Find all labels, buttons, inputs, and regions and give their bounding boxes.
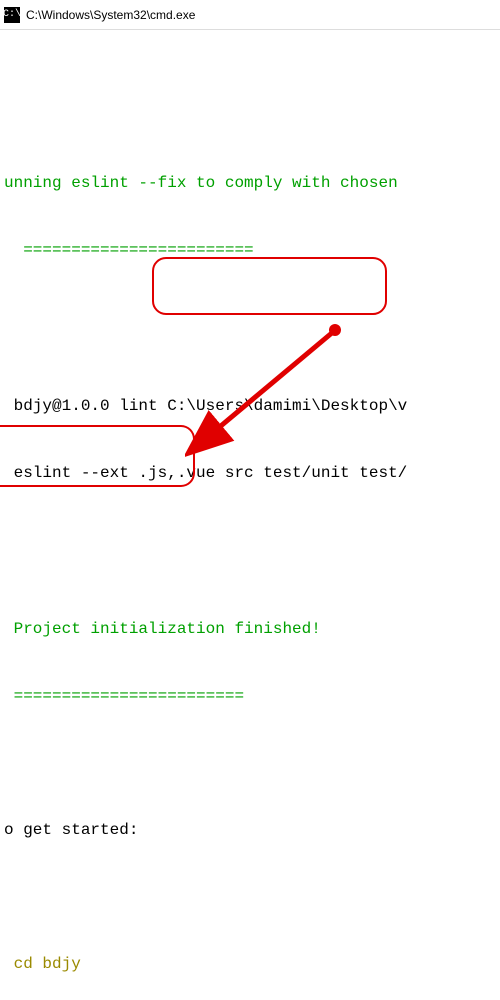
output-command: cd bdjy <box>0 953 500 975</box>
output-divider: ======================== <box>0 685 500 707</box>
output-line-success: Project initialization finished! <box>0 618 500 640</box>
output-divider: ======================== <box>0 239 500 261</box>
output-line: eslint --ext .js,.vue src test/unit test… <box>0 462 500 484</box>
terminal-output: unning eslint --fix to comply with chose… <box>0 30 500 1000</box>
output-line: unning eslint --fix to comply with chose… <box>0 172 500 194</box>
window-title: C:\Windows\System32\cmd.exe <box>26 8 195 22</box>
cmd-icon: C:\ <box>4 7 20 23</box>
output-line: o get started: <box>0 819 500 841</box>
window-titlebar: C:\ C:\Windows\System32\cmd.exe <box>0 0 500 30</box>
output-line: bdjy@1.0.0 lint C:\Users\damimi\Desktop\… <box>0 395 500 417</box>
